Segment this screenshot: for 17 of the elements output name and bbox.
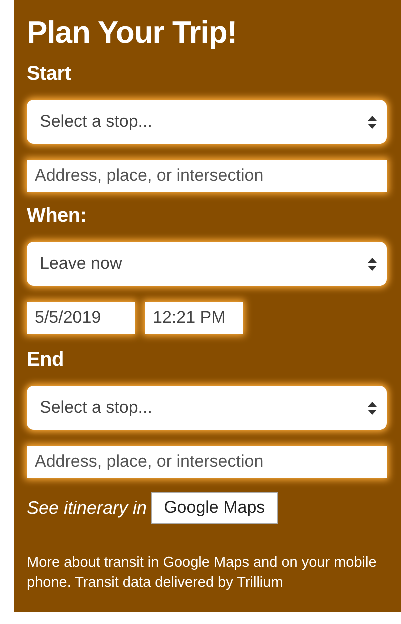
footer-text: More about transit in Google Maps and on your mobile phone. Transit data delivered by Trillium [27,554,378,593]
section-heading: End [27,350,65,370]
itinerary-label: See itinerary in [27,496,148,520]
updown-arrows-icon [368,116,377,130]
time-option-select[interactable]: Leave now [27,242,387,286]
section-heading: When: [27,206,88,226]
updown-arrows-icon [368,258,377,272]
date-field[interactable]: 5/5/2019 [27,302,135,334]
updown-arrows-icon [368,402,377,416]
section-heading: Start [27,64,72,84]
stop-select[interactable]: Select a stop... [27,386,387,430]
stop-select[interactable]: Select a stop... [27,100,387,144]
address-field[interactable]: Address, place, or intersection [27,160,387,192]
time-field[interactable]: 12:21 PM [145,302,243,334]
page-title: Plan Your Trip! [27,16,238,50]
google-maps-button[interactable]: Google Maps [151,492,278,524]
address-field[interactable]: Address, place, or intersection [27,446,387,478]
